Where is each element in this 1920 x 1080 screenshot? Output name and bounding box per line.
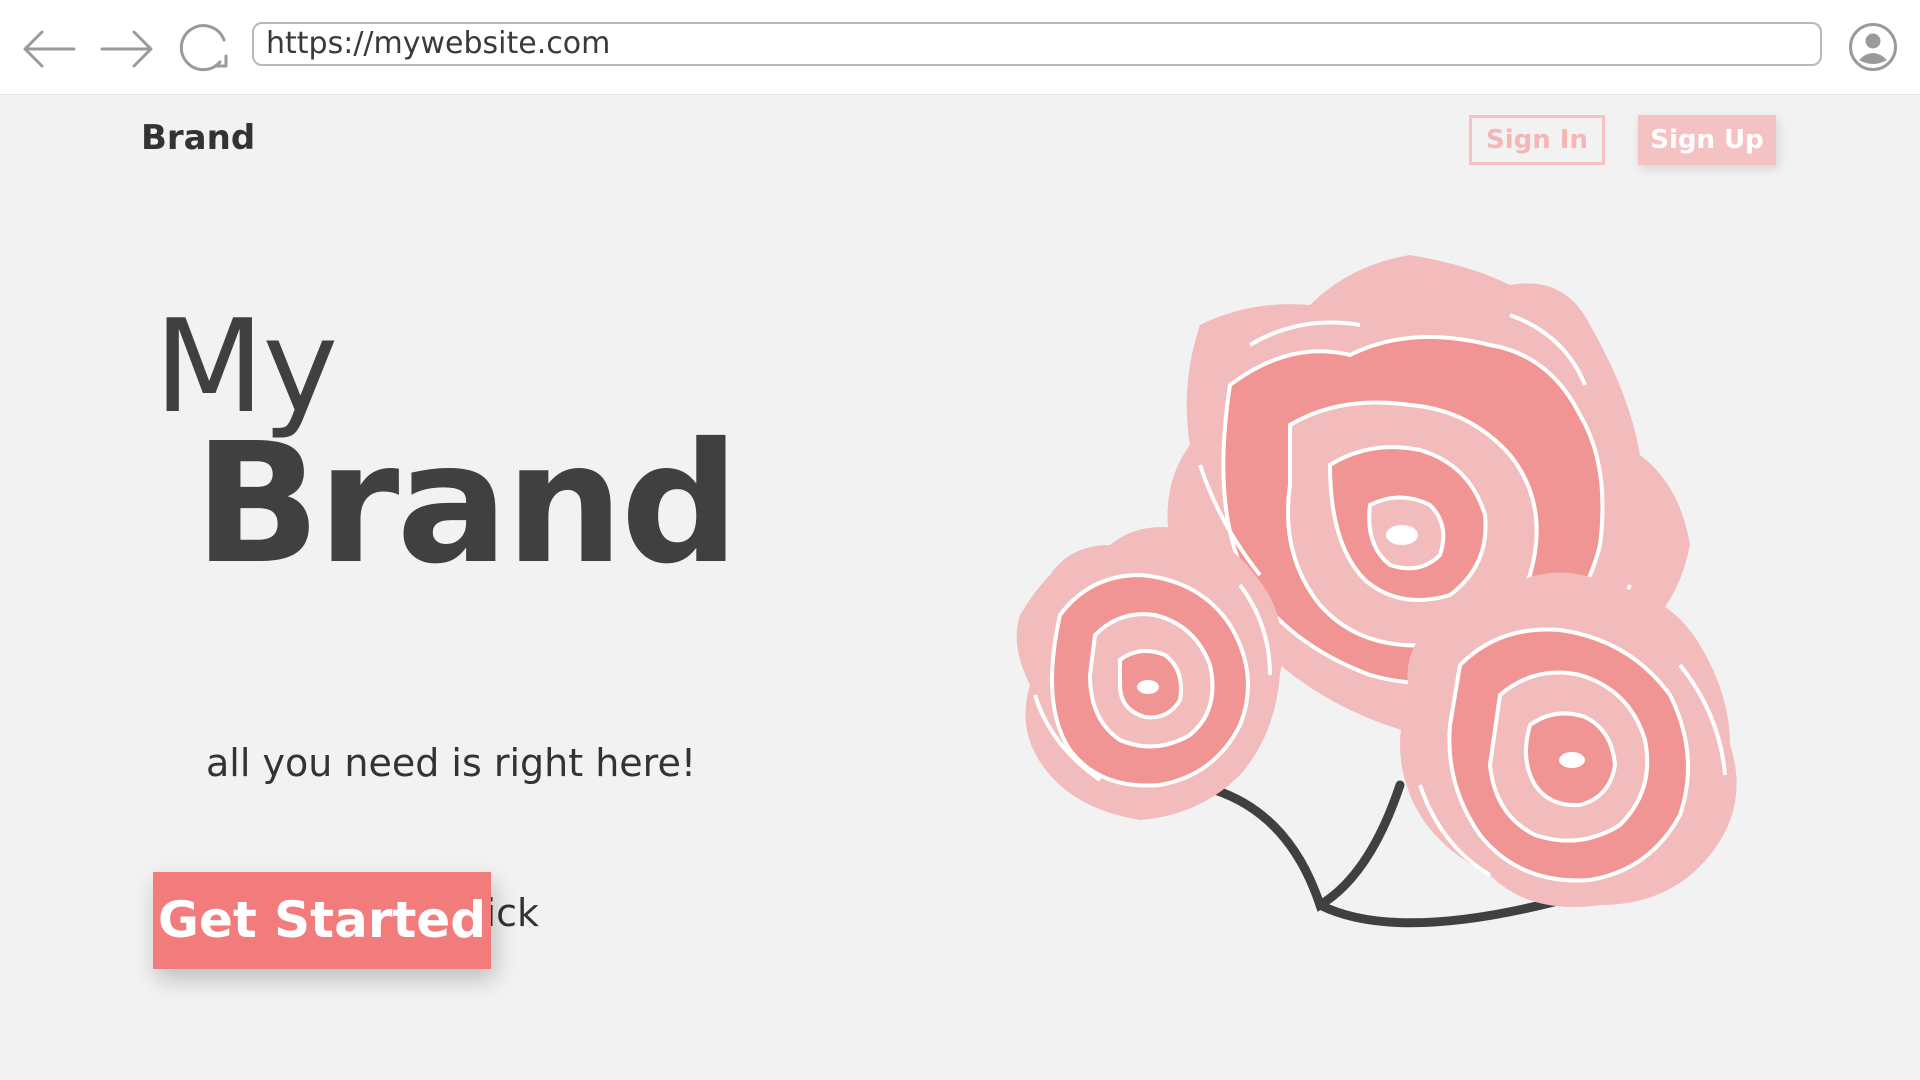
address-bar[interactable]: https://mywebsite.com: [252, 22, 1822, 66]
sign-up-button[interactable]: Sign Up: [1638, 115, 1776, 165]
nav-brand-logo[interactable]: Brand: [141, 118, 255, 158]
tagline-line-1: all you need is right here!: [206, 741, 697, 785]
sign-in-button[interactable]: Sign In: [1469, 115, 1605, 165]
rose-left: [1016, 527, 1283, 820]
back-arrow-icon[interactable]: [18, 18, 80, 80]
roses-illustration: [1016, 255, 1737, 928]
get-started-button[interactable]: Get Started: [153, 872, 491, 969]
forward-arrow-icon[interactable]: [96, 18, 158, 80]
hero-title-brand: Brand: [194, 408, 739, 601]
reload-icon[interactable]: [174, 18, 236, 80]
browser-toolbar: https://mywebsite.com: [0, 0, 1920, 95]
rose-right: [1400, 572, 1737, 907]
user-profile-icon[interactable]: [1848, 22, 1898, 72]
